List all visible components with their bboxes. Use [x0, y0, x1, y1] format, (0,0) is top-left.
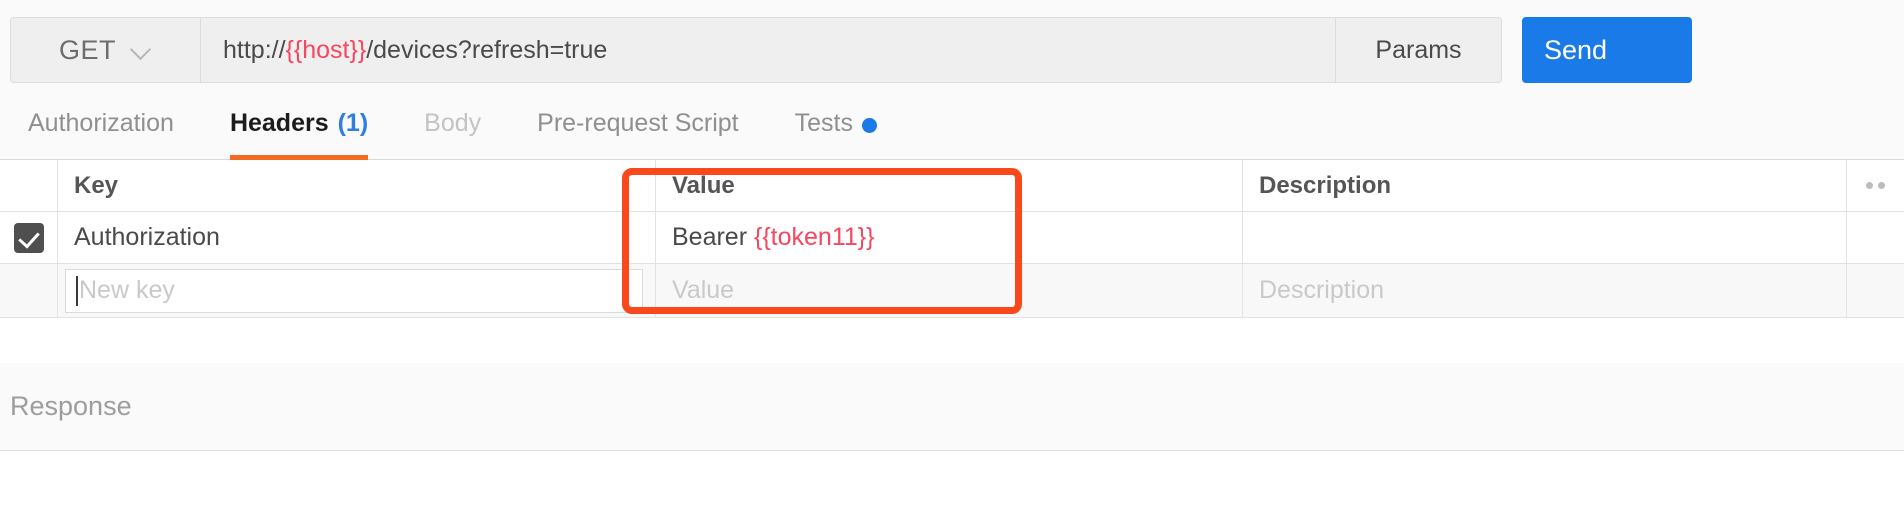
header-key-cell: Key [58, 160, 656, 211]
header-checkbox-cell [0, 160, 58, 211]
request-tabs: Authorization Headers (1) Body Pre-reque… [0, 96, 905, 160]
response-label: Response [10, 391, 132, 421]
postman-request-pane: GET http://{{host}}/devices?refresh=true… [0, 0, 1904, 514]
url-variable-token: {{host}} [285, 35, 367, 64]
row-value-variable-token: {{token11}} [753, 223, 875, 251]
bulk-edit-more-button[interactable] [1846, 160, 1904, 211]
http-method-selector[interactable]: GET [11, 18, 201, 82]
new-key-placeholder: New key [79, 276, 175, 304]
headers-table: Key Value Description Authorization Bear… [0, 160, 1904, 318]
table-row: Authorization Bearer {{token11}} [0, 212, 1904, 264]
table-header-row: Key Value Description [0, 160, 1904, 212]
http-method-label: GET [58, 34, 116, 65]
new-value-input[interactable]: Value [656, 264, 1243, 317]
header-value-cell: Value [656, 160, 1243, 211]
column-header-description: Description [1259, 171, 1392, 199]
tab-authorization[interactable]: Authorization [0, 109, 202, 160]
row-key-text: Authorization [74, 223, 220, 251]
tab-headers[interactable]: Headers (1) [202, 109, 396, 160]
tests-modified-dot-icon [861, 118, 877, 133]
params-button[interactable]: Params [1335, 18, 1501, 82]
tab-body-label: Body [424, 109, 482, 137]
row-checkbox-cell [0, 212, 58, 263]
tab-tests[interactable]: Tests [767, 109, 905, 160]
table-new-row: New key Value Description [0, 264, 1904, 318]
header-description-cell: Description [1243, 160, 1846, 211]
new-row-checkbox-cell [0, 264, 58, 317]
chevron-down-icon [132, 40, 152, 60]
tab-pre-request-script[interactable]: Pre-request Script [509, 109, 766, 160]
new-key-input[interactable]: New key [65, 268, 643, 313]
tab-pre-request-script-label: Pre-request Script [537, 109, 739, 137]
url-input-group: GET http://{{host}}/devices?refresh=true… [10, 17, 1502, 83]
tab-tests-label: Tests [794, 109, 853, 137]
new-description-placeholder: Description [1259, 276, 1385, 304]
new-value-placeholder: Value [672, 276, 735, 304]
new-description-input[interactable]: Description [1243, 264, 1846, 317]
request-url-input[interactable]: http://{{host}}/devices?refresh=true [201, 18, 1335, 82]
row-description-cell[interactable] [1243, 212, 1846, 263]
params-label: Params [1375, 35, 1462, 64]
send-label: Send [1544, 34, 1608, 65]
request-tabs-bar: Authorization Headers (1) Body Pre-reque… [0, 96, 1904, 160]
ellipsis-icon [1866, 182, 1885, 189]
request-url-bar: GET http://{{host}}/devices?refresh=true… [0, 0, 1904, 96]
tab-headers-label: Headers [229, 109, 329, 137]
row-more-cell [1846, 212, 1904, 263]
text-cursor-icon [76, 275, 78, 306]
url-prefix-text: http:// [223, 35, 286, 64]
row-enabled-checkbox[interactable] [13, 222, 44, 253]
tab-body[interactable]: Body [396, 109, 509, 160]
column-header-key: Key [74, 171, 119, 199]
new-row-more-cell [1846, 264, 1904, 317]
url-suffix-text: /devices?refresh=true [366, 35, 608, 64]
row-value-text: Bearer {{token11}} [672, 223, 875, 252]
row-value-cell[interactable]: Bearer {{token11}} [656, 212, 1243, 263]
send-button[interactable]: Send [1522, 17, 1692, 83]
row-value-literal: Bearer [672, 223, 754, 251]
response-section: Response [0, 363, 1904, 451]
tab-authorization-label: Authorization [28, 109, 174, 137]
row-key-cell[interactable]: Authorization [58, 212, 656, 263]
tab-headers-count: (1) [337, 109, 369, 137]
column-header-value: Value [672, 171, 735, 199]
new-row-key-cell: New key [58, 264, 656, 317]
